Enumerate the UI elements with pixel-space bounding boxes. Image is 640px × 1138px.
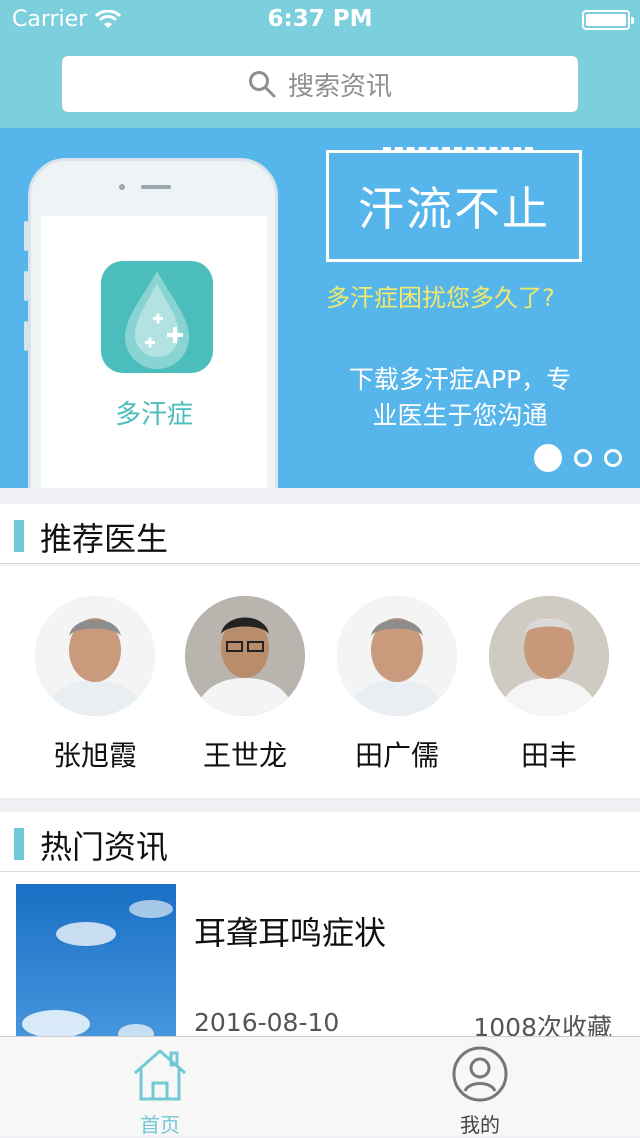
phone-illustration: 多汗症 [24,158,278,488]
app-logo-icon [101,261,213,373]
battery-icon [582,10,634,30]
page-dot-3[interactable] [604,449,622,467]
tab-home-label: 首页 [140,1113,180,1137]
banner-headline-text: 汗流不止 [358,182,550,236]
tab-home[interactable]: 首页 [90,1045,230,1138]
search-icon [248,71,276,98]
doctor-card[interactable]: 田丰 [484,596,614,774]
doctor-avatar [185,596,305,716]
doctor-avatar [337,596,457,716]
search-placeholder: 搜索资讯 [287,71,392,102]
page-indicator[interactable] [534,444,622,472]
tab-bar: 首页 我的 [0,1036,640,1138]
banner-description: 下载多汗症APP，专 业医生于您沟通 [320,362,600,434]
search-bar[interactable]: 搜索资讯 [62,56,578,112]
doctor-name: 王世龙 [202,739,287,772]
doctor-card[interactable]: 张旭霞 [30,596,160,774]
doctors-section-header: 推荐医生 [0,504,640,564]
tab-profile[interactable]: 我的 [410,1045,550,1138]
section-accent-bar [14,520,24,552]
doctor-card[interactable]: 王世龙 [180,596,310,774]
section-title: 热门资讯 [40,828,169,866]
banner-description-line1: 下载多汗症APP，专 [348,365,572,394]
doctor-list: 张旭霞 王世龙 田广儒 田丰 [0,566,640,798]
page-dot-2[interactable] [574,449,592,467]
doctor-avatar [489,596,609,716]
news-title: 耳聋耳鸣症状 [194,914,387,952]
section-accent-bar [14,828,24,860]
doctor-avatar [35,596,155,716]
status-bar: Carrier 6:37 PM [0,0,640,40]
page-dot-1[interactable] [534,444,562,472]
app-name-label: 多汗症 [114,400,193,430]
section-title: 推荐医生 [40,520,169,558]
news-section-header: 热门资讯 [0,812,640,872]
banner-description-line2: 业医生于您沟通 [372,401,548,430]
doctor-card[interactable]: 田广儒 [332,596,462,774]
news-date: 2016-08-10 [194,1008,340,1037]
tab-profile-label: 我的 [460,1113,500,1137]
banner-headline: 汗流不止 [326,147,582,262]
news-thumbnail [16,884,176,1052]
home-icon [134,1049,186,1101]
doctor-name: 田广儒 [354,739,439,772]
profile-icon [452,1046,508,1102]
header: Carrier 6:37 PM 搜索资讯 [0,0,640,128]
news-item[interactable]: 耳聋耳鸣症状 2016-08-10 1008次收藏 [0,872,640,1052]
banner-carousel[interactable]: 多汗症 汗流不止 多汗症困扰您多久了? 下载多汗症APP，专 业医生于您沟通 [0,128,640,488]
status-time: 6:37 PM [267,6,373,32]
doctor-name: 田丰 [520,739,577,772]
banner-subtitle: 多汗症困扰您多久了? [326,284,555,312]
doctor-name: 张旭霞 [52,739,137,772]
